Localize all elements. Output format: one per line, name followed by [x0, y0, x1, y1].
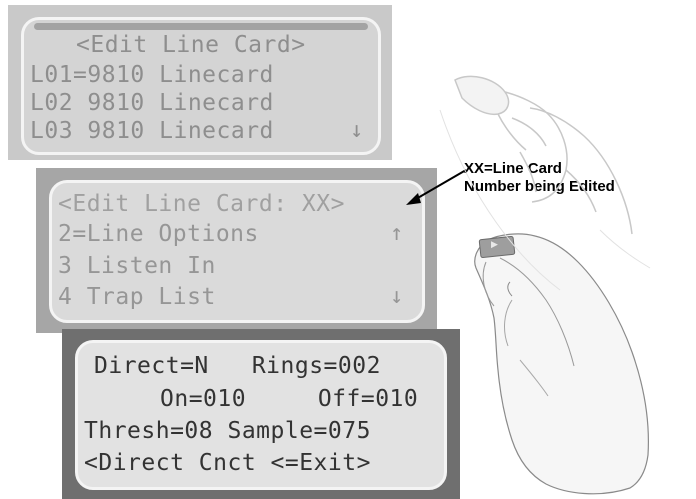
card-chip-icon: ▶ — [491, 240, 498, 250]
hand-upper-icon — [454, 75, 633, 235]
callout-arrow-icon — [406, 169, 467, 205]
hand-lower-icon — [439, 109, 651, 495]
illustration-layer — [406, 75, 651, 495]
